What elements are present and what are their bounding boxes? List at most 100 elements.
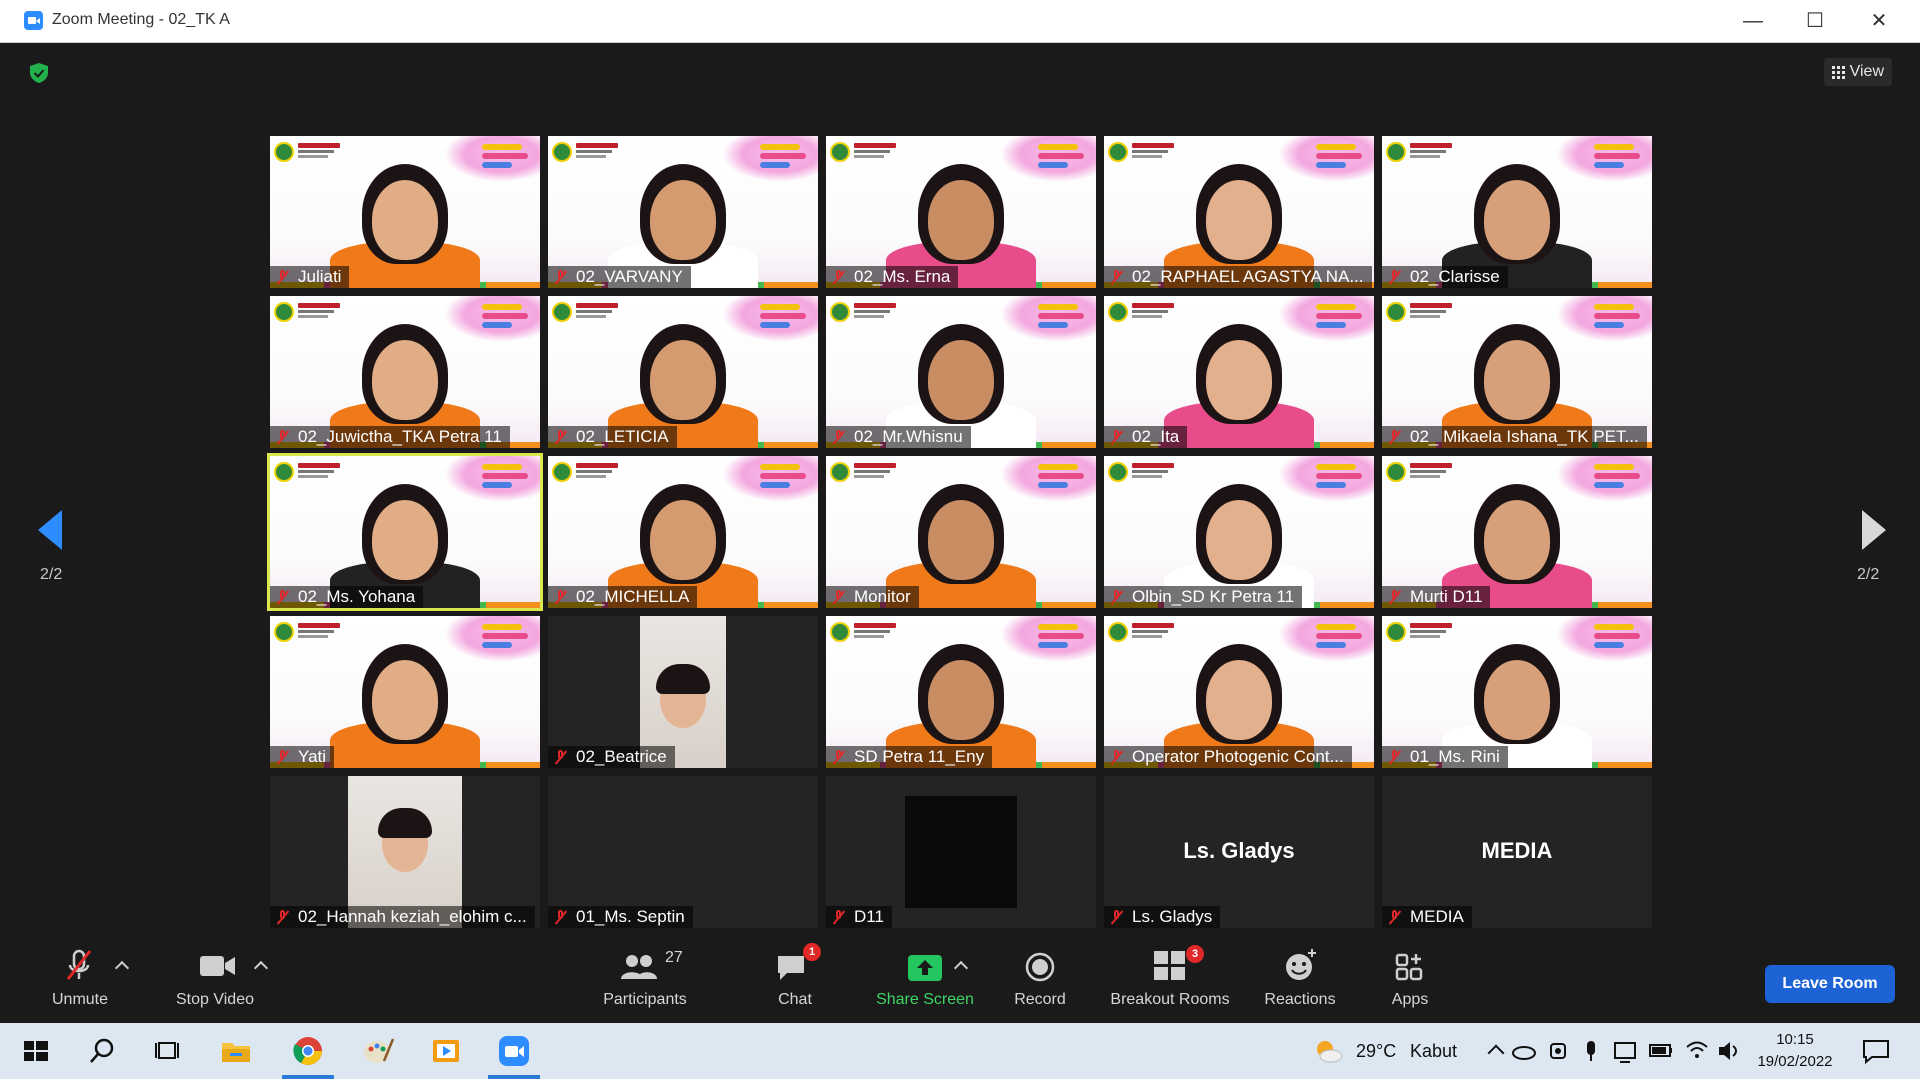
family-logo xyxy=(760,464,810,488)
wifi-icon[interactable] xyxy=(1684,1033,1710,1069)
participant-tile[interactable]: 02_MICHELLA xyxy=(548,456,818,608)
maximize-button[interactable]: ☐ xyxy=(1792,6,1838,36)
participant-tile[interactable]: Olbin_SD Kr Petra 11 xyxy=(1104,456,1374,608)
record-icon xyxy=(1000,943,1080,983)
paint-icon[interactable] xyxy=(360,1033,396,1069)
breakout-rooms-button[interactable]: 3 Breakout Rooms xyxy=(1100,943,1240,1009)
display-tray-icon[interactable] xyxy=(1612,1033,1638,1069)
muted-mic-icon xyxy=(276,590,290,604)
next-page-arrow[interactable] xyxy=(1862,510,1886,550)
show-hidden-icons-chevron-icon[interactable] xyxy=(1486,1023,1506,1079)
muted-mic-icon xyxy=(276,430,290,444)
school-logo xyxy=(552,460,618,484)
school-logo xyxy=(830,620,896,644)
participant-tile[interactable]: 02_ Mikaela Ishana_TK PET... xyxy=(1382,296,1652,448)
windows-start-icon[interactable] xyxy=(18,1033,54,1069)
microphone-tray-icon[interactable] xyxy=(1580,1033,1602,1069)
chrome-icon[interactable] xyxy=(290,1033,326,1069)
participant-tile[interactable]: 01_Ms. Rini xyxy=(1382,616,1652,768)
school-logo xyxy=(830,140,896,164)
muted-mic-icon xyxy=(554,430,568,444)
clock-time: 10:15 xyxy=(1776,1031,1814,1048)
title-bar: Zoom Meeting - 02_TK A — ☐ ✕ xyxy=(0,0,1920,43)
breakout-badge: 3 xyxy=(1186,945,1204,963)
leave-room-button[interactable]: Leave Room xyxy=(1765,965,1895,1003)
participants-button[interactable]: 27 Participants xyxy=(590,943,700,1009)
participant-name-label: 02_ Mikaela Ishana_TK PET... xyxy=(1382,426,1647,448)
participant-tile[interactable]: 02_RAPHAEL AGASTYA NA... xyxy=(1104,136,1374,288)
participants-icon: 27 xyxy=(590,943,700,983)
school-logo xyxy=(274,300,340,324)
family-logo xyxy=(482,464,532,488)
participant-tile[interactable]: 02_Ms. Yohana xyxy=(267,453,543,611)
participant-name: 02_LETICIA xyxy=(576,427,669,446)
onedrive-cloud-icon[interactable] xyxy=(1510,1033,1538,1069)
participant-tile[interactable]: 02_Beatrice xyxy=(548,616,818,768)
school-logo xyxy=(1386,620,1452,644)
muted-mic-icon xyxy=(832,430,846,444)
breakout-rooms-icon: 3 xyxy=(1100,943,1240,983)
participant-tile[interactable]: 02_Clarisse xyxy=(1382,136,1652,288)
family-logo xyxy=(1316,304,1366,328)
participant-tile[interactable]: Operator Photogenic Cont... xyxy=(1104,616,1374,768)
participant-tile[interactable]: 02_VARVANY xyxy=(548,136,818,288)
close-button[interactable]: ✕ xyxy=(1856,6,1902,36)
participant-tile[interactable]: Ls. Gladys Ls. Gladys xyxy=(1104,776,1374,928)
participant-name-label: MEDIA xyxy=(1382,906,1472,928)
participant-tile[interactable]: Juliati xyxy=(270,136,540,288)
chat-button[interactable]: 1 Chat xyxy=(755,943,835,1009)
school-logo xyxy=(1108,140,1174,164)
record-button[interactable]: Record xyxy=(1000,943,1080,1009)
muted-mic-icon xyxy=(554,270,568,284)
participant-tile[interactable]: MEDIA MEDIA xyxy=(1382,776,1652,928)
participant-tile[interactable]: 02_Juwictha_TKA Petra 11 xyxy=(270,296,540,448)
media-player-icon[interactable] xyxy=(428,1033,464,1069)
school-logo xyxy=(830,300,896,324)
file-explorer-icon[interactable] xyxy=(218,1033,254,1069)
participant-name: Monitor xyxy=(854,587,911,606)
chat-bubble-icon: 1 xyxy=(755,943,835,983)
zoom-taskbar-icon[interactable] xyxy=(496,1033,532,1069)
participant-name-label: 02_Beatrice xyxy=(548,746,675,768)
participant-name: MEDIA xyxy=(1410,907,1464,926)
camera-tray-icon[interactable] xyxy=(1546,1033,1570,1069)
share-screen-button[interactable]: Share Screen xyxy=(860,943,990,1009)
volume-icon[interactable] xyxy=(1716,1033,1742,1069)
participant-display-name: MEDIA xyxy=(1481,838,1553,863)
search-icon[interactable] xyxy=(84,1033,120,1069)
participant-tile[interactable]: 02_Ita xyxy=(1104,296,1374,448)
participant-tile[interactable]: SD Petra 11_Eny xyxy=(826,616,1096,768)
participant-tile[interactable]: Yati xyxy=(270,616,540,768)
view-button[interactable]: View xyxy=(1824,58,1892,86)
notifications-icon[interactable] xyxy=(1858,1033,1894,1069)
participant-name-label: Monitor xyxy=(826,586,919,608)
weather-temperature[interactable]: 29°C xyxy=(1356,1023,1396,1079)
reactions-button[interactable]: Reactions xyxy=(1250,943,1350,1009)
participant-tile[interactable]: 02_Hannah keziah_elohim c... xyxy=(270,776,540,928)
participant-name-label: 01_Ms. Rini xyxy=(1382,746,1508,768)
participant-tile[interactable]: Monitor xyxy=(826,456,1096,608)
stop-video-button[interactable]: Stop Video xyxy=(160,943,270,1009)
smiley-plus-icon xyxy=(1250,943,1350,983)
weather-sun-cloud-icon[interactable] xyxy=(1310,1033,1346,1069)
school-logo xyxy=(1386,300,1452,324)
minimize-button[interactable]: — xyxy=(1730,6,1776,36)
apps-button[interactable]: Apps xyxy=(1370,943,1450,1009)
participant-tile[interactable]: Murti D11 xyxy=(1382,456,1652,608)
family-logo xyxy=(1316,144,1366,168)
weather-description[interactable]: Kabut xyxy=(1410,1023,1457,1079)
previous-page-arrow[interactable] xyxy=(38,510,62,550)
unmute-button[interactable]: Unmute xyxy=(40,943,120,1009)
participant-tile[interactable]: 02_Mr.Whisnu xyxy=(826,296,1096,448)
taskbar-clock[interactable]: 10:15 19/02/2022 xyxy=(1750,1029,1840,1073)
participant-tile[interactable]: D11 xyxy=(826,776,1096,928)
participant-name: 02_Ms. Yohana xyxy=(298,587,416,606)
battery-icon[interactable] xyxy=(1648,1033,1674,1069)
muted-mic-icon xyxy=(1388,750,1402,764)
participant-tile[interactable]: 02_LETICIA xyxy=(548,296,818,448)
task-view-icon[interactable] xyxy=(150,1033,186,1069)
participant-figure xyxy=(330,158,480,288)
participant-tile[interactable]: 01_Ms. Septin xyxy=(548,776,818,928)
encryption-shield-icon[interactable] xyxy=(30,63,48,83)
participant-tile[interactable]: 02_Ms. Erna xyxy=(826,136,1096,288)
